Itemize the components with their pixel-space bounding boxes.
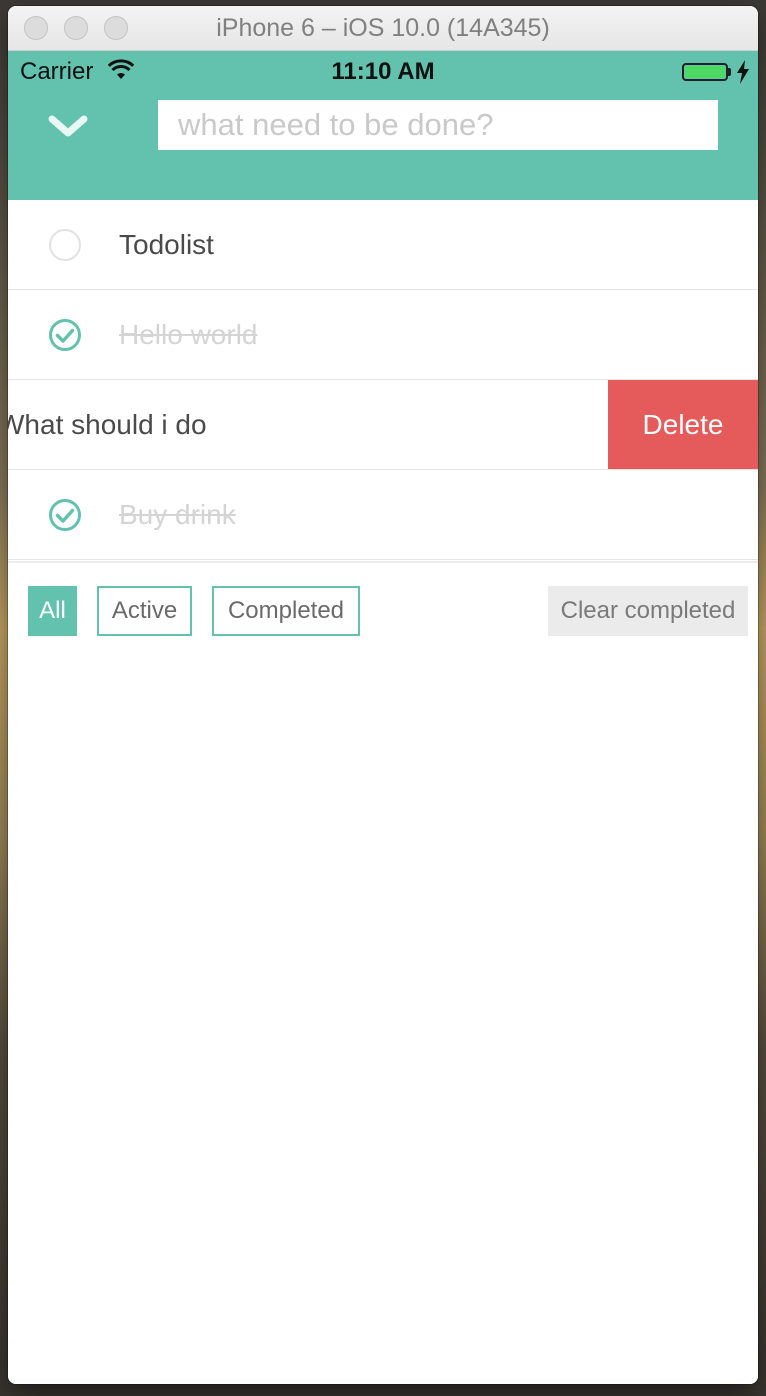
battery-icon: [682, 63, 728, 81]
app-header: Carrier 11:10 AM: [8, 51, 758, 200]
todo-item[interactable]: Hello world: [8, 290, 758, 380]
clear-completed-button[interactable]: Clear completed: [548, 586, 748, 636]
todo-label: Todolist: [119, 229, 214, 260]
chevron-down-icon[interactable]: [48, 111, 88, 141]
window-title: iPhone 6 – iOS 10.0 (14A345): [216, 14, 550, 42]
checked-circle-icon[interactable]: [48, 318, 82, 352]
battery-tip: [728, 68, 731, 76]
todo-item[interactable]: Buy drink: [8, 470, 758, 560]
charging-bolt-icon: [737, 60, 749, 84]
todo-list: Todolist Hello world What should i do De…: [8, 200, 758, 560]
todo-footer: All Active Completed Clear completed: [8, 561, 758, 643]
filter-completed-button[interactable]: Completed: [212, 586, 360, 636]
simulator-window: iPhone 6 – iOS 10.0 (14A345) Carrier 11:…: [8, 6, 758, 1384]
status-time: 11:10 AM: [331, 58, 435, 85]
battery-level: [685, 66, 725, 78]
todo-label: Hello world: [119, 319, 258, 350]
app-screen: Carrier 11:10 AM what need to be done? T…: [8, 51, 758, 1384]
todo-item[interactable]: Todolist: [8, 200, 758, 290]
status-bar: Carrier 11:10 AM: [8, 51, 758, 91]
checked-circle-icon[interactable]: [48, 498, 82, 532]
filter-active-button[interactable]: Active: [97, 586, 192, 636]
title-bar: iPhone 6 – iOS 10.0 (14A345): [8, 6, 758, 51]
new-todo-input[interactable]: [158, 100, 718, 150]
todo-label: Buy drink: [119, 499, 236, 530]
filter-all-button[interactable]: All: [28, 586, 77, 636]
todo-item-swiped[interactable]: What should i do Delete: [8, 380, 758, 470]
todo-label: What should i do: [8, 409, 207, 440]
delete-button[interactable]: Delete: [608, 380, 758, 469]
unchecked-circle-icon[interactable]: [48, 228, 82, 262]
